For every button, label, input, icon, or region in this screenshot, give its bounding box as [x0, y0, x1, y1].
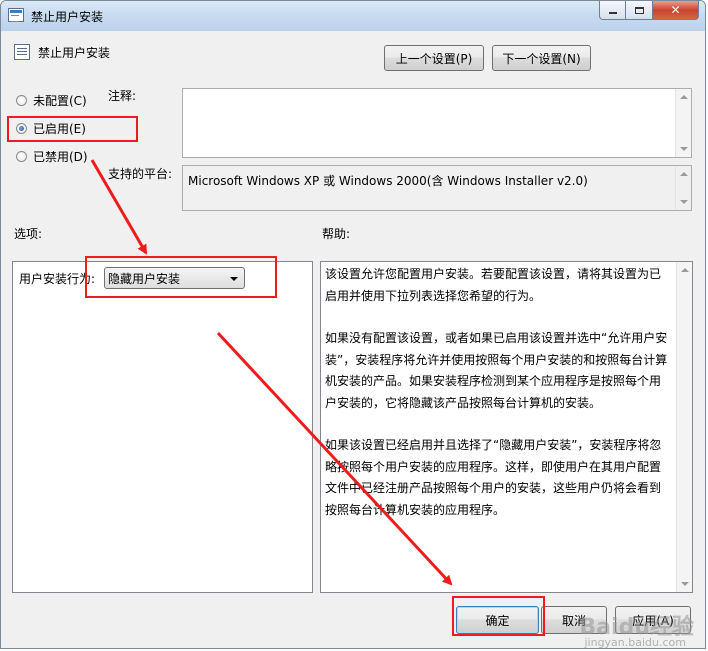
- help-panel: 该设置允许您配置用户安装。若要配置该设置，请将其设置为已启用并使用下拉列表选择您…: [320, 261, 693, 593]
- scroll-down-icon: [680, 200, 688, 204]
- radio-label: 已禁用(D): [33, 150, 88, 164]
- platform-value: Microsoft Windows XP 或 Windows 2000(含 Wi…: [188, 174, 588, 188]
- help-scrollbar[interactable]: [676, 262, 692, 592]
- platform-scrollbar[interactable]: [675, 166, 691, 210]
- help-paragraph: 如果没有配置该设置，或者如果已启用该设置并选中“允许用户安装”，安装程序将允许并…: [325, 331, 668, 410]
- platform-label: 支持的平台:: [108, 167, 173, 181]
- options-section-label: 选项:: [14, 227, 43, 241]
- close-button[interactable]: ✕: [653, 1, 699, 20]
- minimize-button[interactable]: [599, 1, 626, 20]
- help-paragraph: 该设置允许您配置用户安装。若要配置该设置，请将其设置为已启用并使用下拉列表选择您…: [325, 267, 662, 303]
- comment-scrollbar[interactable]: [675, 89, 691, 157]
- annotation-box-select: [85, 256, 277, 298]
- scroll-up-icon: [680, 172, 688, 176]
- platform-field: Microsoft Windows XP 或 Windows 2000(含 Wi…: [182, 165, 692, 211]
- dialog-window: 禁止用户安装 ✕ 禁止用户安装 上一个设置(P) 下一个设置(N) 未配置(C)…: [0, 0, 706, 649]
- next-setting-button[interactable]: 下一个设置(N): [492, 45, 591, 71]
- radio-disabled[interactable]: 已禁用(D): [16, 148, 88, 165]
- comment-label: 注释:: [108, 89, 137, 103]
- radio-label: 未配置(C): [33, 94, 87, 108]
- policy-name: 禁止用户安装: [38, 46, 111, 60]
- maximize-icon: [634, 6, 644, 14]
- scroll-down-icon: [680, 147, 688, 151]
- close-icon: ✕: [670, 3, 681, 17]
- annotation-box-ok: [452, 596, 545, 636]
- scroll-up-icon: [680, 95, 688, 99]
- watermark-url: jingyan.baidu.com: [584, 636, 686, 649]
- policy-window-icon: [8, 8, 24, 22]
- window-controls: ✕: [599, 1, 699, 20]
- help-paragraph: 如果该设置已经启用并且选择了“隐藏用户安装”，安装程序将忽略按照每个用户安装的应…: [325, 438, 662, 517]
- install-behavior-label: 用户安装行为:: [19, 272, 96, 286]
- scroll-up-icon: [681, 268, 689, 272]
- help-text: 该设置允许您配置用户安装。若要配置该设置，请将其设置为已启用并使用下拉列表选择您…: [325, 264, 672, 542]
- help-section-label: 帮助:: [322, 227, 351, 241]
- radio-circle: [16, 95, 27, 106]
- minimize-icon: [608, 12, 617, 14]
- maximize-button[interactable]: [626, 1, 653, 20]
- scroll-down-icon: [681, 582, 689, 586]
- policy-setting-icon: [14, 44, 30, 60]
- radio-not-configured[interactable]: 未配置(C): [16, 92, 87, 109]
- annotation-box-enabled: [7, 116, 138, 142]
- title-bar[interactable]: 禁止用户安装 ✕: [1, 1, 705, 31]
- options-panel: 用户安装行为: 隐藏用户安装: [12, 261, 313, 593]
- window-title: 禁止用户安装: [31, 10, 104, 24]
- radio-circle: [16, 151, 27, 162]
- comment-textarea[interactable]: [182, 88, 692, 158]
- previous-setting-button[interactable]: 上一个设置(P): [384, 45, 484, 71]
